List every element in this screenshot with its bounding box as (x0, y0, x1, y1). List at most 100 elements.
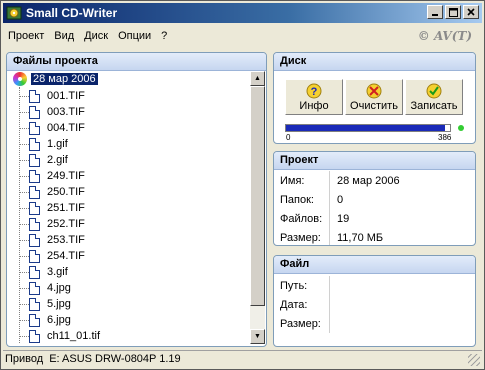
file-path-row: Путь: (274, 276, 475, 295)
maximize-button[interactable] (445, 5, 461, 19)
status-led-icon (458, 125, 464, 131)
erase-icon (366, 83, 382, 99)
file-icon (29, 313, 40, 327)
info-label: Размер: (274, 314, 330, 333)
file-icon (29, 297, 40, 311)
tree-file-item[interactable]: 001.TIF (19, 88, 85, 104)
tree-root-node[interactable]: 28 мар 2006 (13, 72, 98, 86)
burn-icon (426, 83, 442, 99)
cd-writer-app-icon (6, 5, 22, 21)
info-label: Путь: (274, 276, 330, 295)
file-tree[interactable]: 28 мар 2006 001.TIF 003.TIF 004.TIF 1.gif 2.… (9, 71, 249, 344)
file-icon (29, 249, 40, 263)
tree-connector (19, 255, 29, 257)
tree-connector (19, 223, 29, 225)
app-window: Small CD-Writer Проект Вид Диск Опции ? … (0, 0, 485, 370)
info-label: Размер: (274, 228, 330, 245)
file-tree-scrollbar[interactable]: ▲ ▼ (250, 71, 265, 344)
status-bar: Привод E: ASUS DRW-0804P 1.19 (3, 350, 482, 367)
disc-panel: Диск ? Инфо Очистить Записать 0 386 (273, 52, 476, 144)
tree-file-label: 6.jpg (47, 314, 71, 326)
tree-file-label: 003.TIF (47, 106, 85, 118)
file-icon (29, 169, 40, 183)
tree-connector (19, 303, 29, 305)
info-label: Папок: (274, 190, 330, 209)
tree-connector (19, 175, 29, 177)
tree-file-item[interactable]: 5.jpg (19, 296, 71, 312)
capacity-max-label: 386 (438, 133, 452, 142)
brand-label: © AV(T) (417, 29, 472, 43)
tree-file-item[interactable]: 254.TIF (19, 248, 85, 264)
tree-connector (19, 111, 29, 113)
tree-file-label: 254.TIF (47, 250, 85, 262)
menu-help[interactable]: ? (156, 30, 172, 42)
tree-file-item[interactable]: 003.TIF (19, 104, 85, 120)
file-size-row: Размер: (274, 314, 475, 333)
tree-file-item[interactable]: 004.TIF (19, 120, 85, 136)
info-value: 11,70 МБ (337, 231, 384, 244)
project-folders-row: Папок: 0 (274, 190, 475, 209)
tree-connector (19, 207, 29, 209)
file-icon (29, 185, 40, 199)
tree-file-label: 253.TIF (47, 234, 85, 246)
tree-file-label: 4.jpg (47, 282, 71, 294)
tree-file-item[interactable]: 250.TIF (19, 184, 85, 200)
menu-options[interactable]: Опции (113, 30, 156, 42)
project-files-panel: Файлы проекта 28 мар 2006 001.TIF 003.TIF… (6, 52, 267, 347)
file-icon (29, 265, 40, 279)
file-icon (29, 153, 40, 167)
project-info-panel: Проект Имя: 28 мар 2006 Папок: 0 Файлов:… (273, 151, 476, 246)
tree-file-label: 251.TIF (47, 202, 85, 214)
scroll-thumb[interactable] (250, 86, 265, 306)
info-icon: ? (306, 83, 322, 99)
capacity-min-label: 0 (286, 133, 291, 142)
erase-button[interactable]: Очистить (345, 79, 403, 115)
file-info-header: Файл (274, 256, 475, 274)
info-button-label: Инфо (299, 100, 329, 112)
tree-file-item[interactable]: 253.TIF (19, 232, 85, 248)
tree-connector (19, 95, 29, 97)
project-files-header: Файлы проекта (7, 53, 266, 71)
tree-file-item[interactable]: 249.TIF (19, 168, 85, 184)
tree-file-item[interactable]: 6.jpg (19, 312, 71, 328)
disc-header: Диск (274, 53, 475, 71)
tree-connector (19, 271, 29, 273)
close-button[interactable] (463, 5, 479, 19)
scroll-down-button[interactable]: ▼ (250, 329, 265, 344)
tree-connector (19, 239, 29, 241)
menu-bar: Проект Вид Диск Опции ? © AV(T) (3, 25, 482, 47)
tree-file-label: ch11_01.tif (47, 330, 101, 342)
menu-project[interactable]: Проект (3, 30, 49, 42)
menu-view[interactable]: Вид (49, 30, 79, 42)
menu-disc[interactable]: Диск (79, 30, 113, 42)
file-icon (29, 329, 40, 343)
file-icon (29, 233, 40, 247)
tree-file-item[interactable]: 251.TIF (19, 200, 85, 216)
tree-file-label: 249.TIF (47, 170, 85, 182)
info-label: Файлов: (274, 209, 330, 228)
project-size-row: Размер: 11,70 МБ (274, 228, 475, 245)
info-value: 19 (337, 212, 350, 225)
minimize-button[interactable] (427, 5, 443, 19)
info-button[interactable]: ? Инфо (285, 79, 343, 115)
burn-button[interactable]: Записать (405, 79, 463, 115)
tree-connector (19, 127, 29, 129)
tree-file-item[interactable]: ch11_01.tif (19, 328, 100, 344)
scroll-up-button[interactable]: ▲ (250, 71, 265, 86)
tree-connector (19, 191, 29, 193)
tree-connector (19, 159, 29, 161)
title-bar[interactable]: Small CD-Writer (3, 3, 482, 23)
info-value: 0 (337, 193, 344, 206)
file-info-panel: Файл Путь: Дата: Размер: (273, 255, 476, 347)
info-value: 28 мар 2006 (337, 174, 400, 187)
tree-file-label: 5.jpg (47, 298, 71, 310)
tree-connector (19, 143, 29, 145)
tree-file-item[interactable]: 2.gif (19, 152, 68, 168)
tree-file-item[interactable]: 252.TIF (19, 216, 85, 232)
cd-disc-icon (13, 72, 27, 86)
resize-grip-icon[interactable] (468, 354, 480, 366)
tree-file-item[interactable]: 1.gif (19, 136, 68, 152)
tree-file-item[interactable]: 4.jpg (19, 280, 71, 296)
status-drive-value: E: ASUS DRW-0804P 1.19 (49, 353, 181, 365)
tree-file-item[interactable]: 3.gif (19, 264, 68, 280)
